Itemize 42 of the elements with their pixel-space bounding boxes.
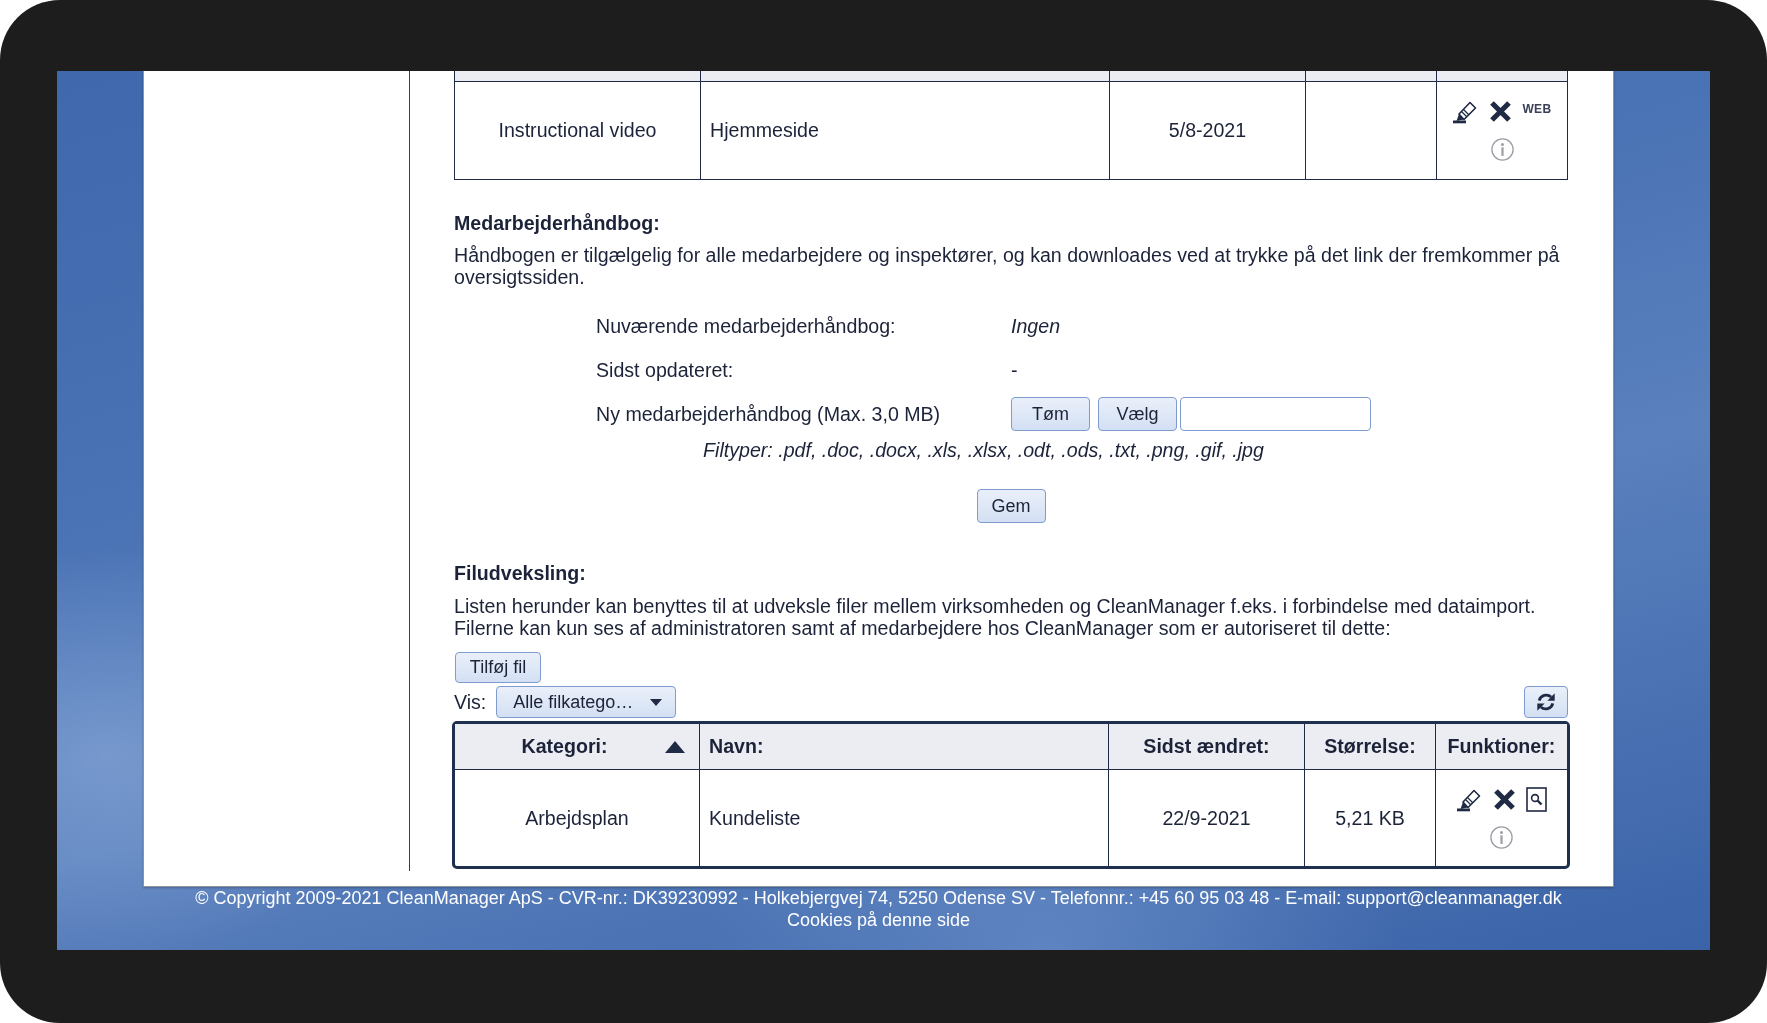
filter-label: Vis: [454,690,487,714]
column-header[interactable]: Størrelse: [1324,735,1416,758]
field-label: Sidst opdateret: [596,358,735,382]
column-header[interactable]: Sidst ændret: [1143,735,1270,758]
info-icon[interactable] [1490,826,1513,849]
file-types-note: Filtyper: .pdf, .doc, .docx, .xls, .xlsx, .odt, .ods, .txt, .png, .gif, .jpg [702,439,1265,461]
add-file-button[interactable]: Tilføj fil [455,652,541,683]
table-cell: Kundeliste [699,770,1108,866]
table-cell-text: Instructional video [497,118,658,143]
copyright-text: © Copyright 2009-2021 CleanManager ApS - CVR-nr.: DK39230992 - Holkebjergvej 74, 5250 Odense SV - Telefonnr.: +45 60 95 03 48 - E-mail: support@cleanmanager.dk [195,888,1562,908]
info-icon[interactable] [1490,138,1514,161]
field-value: - [1011,358,1019,382]
section-heading: Filudveksling: [454,562,586,584]
column-header[interactable]: Kategori: [464,735,665,758]
section-description: Listen herunder kan benyttes til at udveksle filer mellem virksomheden og CleanManager f.eks. i forbindelse med dataimport. Filerne kan kun ses af administratoren samt af medarbejdere hos CleanManager som er autoriseret til dette: [454,595,1537,639]
refresh-icon [1535,691,1557,713]
table-cell: Hjemmeside [700,82,1109,179]
table-cell: 5,21 KB [1304,770,1435,866]
table-cell: 22/9-2021 [1108,770,1304,866]
cross-icon[interactable] [1489,100,1513,123]
caret-icon [650,698,663,706]
column-header[interactable]: Funktioner: [1447,735,1556,758]
field-label: Ny medarbejderhåndbog (Max. 3,0 MB) [596,402,942,426]
web-link[interactable]: WEB [1522,102,1552,116]
cookies-link[interactable]: Cookies på denne side [786,909,971,930]
sort-icon[interactable] [665,740,685,753]
section-description: Håndbogen er tilgælgelig for alle medarbejdere og inspektører, og kan downloades ved at trykke på det link der fremkommer på oversigtssiden. [454,245,1561,288]
pencil-icon[interactable] [1456,787,1483,812]
column-header[interactable]: Navn: [709,735,764,758]
field-value: Ingen [1011,314,1062,338]
save-button[interactable]: Gem [976,489,1046,523]
cross-icon[interactable] [1493,788,1516,811]
file-button[interactable]: Tøm [1011,397,1090,431]
file-button[interactable]: Vælg [1098,397,1177,431]
file-name-field[interactable] [1180,397,1371,431]
category-dropdown[interactable]: Alle filkatego… [496,686,677,718]
table-cell: 5/8-2021 [1109,82,1305,179]
field-label: Nuværende medarbejderhåndbog: [596,314,897,338]
magnifier-icon[interactable] [1526,787,1547,812]
table-cell-text: Arbejdsplan [524,805,630,831]
section-heading: Medarbejderhåndbog: [454,212,660,234]
refresh-button[interactable] [1524,686,1568,718]
